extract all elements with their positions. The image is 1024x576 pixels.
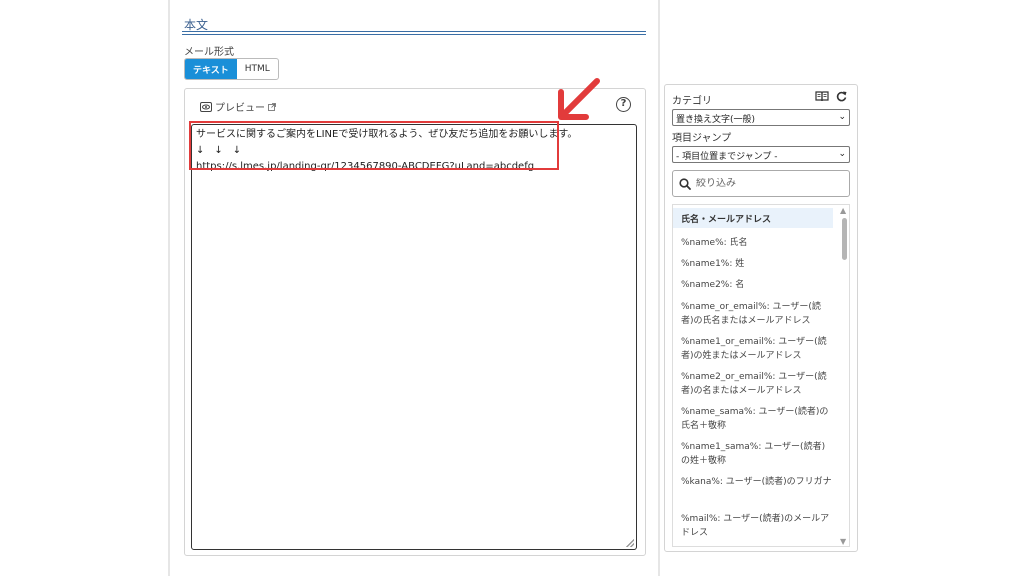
list-item[interactable]: %name1_or_email%: ユーザー(読者)の姓またはメールアドレス	[681, 335, 833, 363]
item-jump-select-value: - 項目位置までジャンプ -	[676, 152, 778, 162]
list-item[interactable]: %kana%: ユーザー(読者)のフリガナ	[681, 475, 833, 489]
format-html-button[interactable]: HTML	[237, 59, 278, 79]
preview-link[interactable]: プレビュー	[200, 99, 279, 114]
item-jump-select[interactable]: - 項目位置までジャンプ - ⌄	[672, 146, 850, 163]
list-scrollbar[interactable]: ▲ ▼	[838, 206, 850, 546]
textarea-resize-handle[interactable]	[626, 539, 634, 547]
list-group-header: 氏名・メールアドレス	[673, 208, 833, 228]
body-line-url: https://s.lmes.jp/landing-qr/1234567890-…	[196, 161, 535, 172]
help-icon[interactable]: ?	[616, 97, 631, 112]
reload-icon[interactable]	[836, 91, 847, 102]
filter-search-box[interactable]	[672, 170, 850, 197]
scrollbar-thumb[interactable]	[842, 218, 847, 260]
chevron-down-icon: ⌄	[838, 112, 846, 122]
chevron-down-icon: ⌄	[838, 149, 846, 159]
list-item[interactable]: %name1_sama%: ユーザー(読者)の姓＋敬称	[681, 440, 833, 468]
section-title-rule	[182, 31, 646, 35]
mail-format-label: メール形式	[184, 47, 234, 58]
list-item[interactable]: %name%: 氏名	[681, 236, 833, 250]
category-label: カテゴリ	[672, 96, 712, 107]
external-link-icon	[268, 102, 276, 111]
main-column-right-border	[658, 0, 660, 576]
body-line-arrows: ↓ ↓ ↓	[196, 145, 242, 156]
preview-label: プレビュー	[215, 103, 265, 114]
mail-format-toggle: テキスト HTML	[184, 58, 279, 80]
body-line-message: サービスに関するご案内をLINEで受け取れるよう、ぜひ友だち追加をお願いします。	[196, 129, 578, 140]
category-select-value: 置き換え文字(一般)	[676, 115, 756, 125]
eye-icon	[200, 101, 212, 112]
main-column-left-border	[168, 0, 170, 576]
scroll-up-icon[interactable]: ▲	[840, 206, 846, 215]
category-select[interactable]: 置き換え文字(一般) ⌄	[672, 109, 850, 126]
item-jump-label: 項目ジャンプ	[672, 133, 732, 144]
list-item[interactable]: %name2%: 名	[681, 278, 833, 292]
mail-body-textarea[interactable]: サービスに関するご案内をLINEで受け取れるよう、ぜひ友だち追加をお願いします。…	[191, 124, 637, 550]
filter-search-input[interactable]	[696, 178, 836, 189]
format-text-button[interactable]: テキスト	[185, 59, 237, 79]
scroll-down-icon[interactable]: ▼	[840, 537, 846, 546]
list-item[interactable]: %name_or_email%: ユーザー(読者)の氏名またはメールアドレス	[681, 300, 833, 328]
list-item[interactable]: %mail%: ユーザー(読者)のメールアドレス	[681, 512, 833, 540]
search-icon	[679, 177, 691, 190]
list-item[interactable]: %name_sama%: ユーザー(読者)の氏名＋敬称	[681, 405, 833, 433]
list-item[interactable]: %name2_or_email%: ユーザー(読者)の名またはメールアドレス	[681, 370, 833, 398]
book-icon[interactable]	[815, 91, 829, 102]
list-item[interactable]: %name1%: 姓	[681, 257, 833, 271]
annotation-arrow-icon	[558, 78, 600, 120]
